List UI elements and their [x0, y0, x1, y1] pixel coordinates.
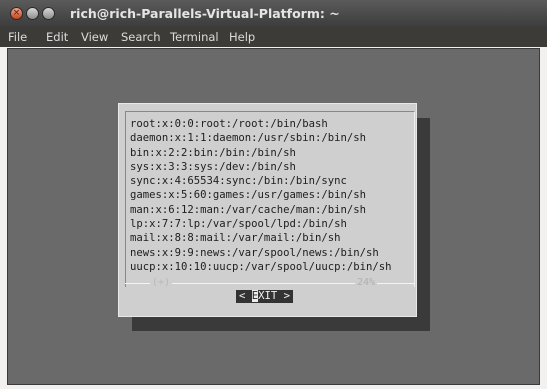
menu-bar: File Edit View Search Terminal Help [0, 27, 547, 47]
file-line: man:x:6:12:man:/var/cache/man:/bin/sh [130, 203, 366, 216]
exit-button-left: < [239, 290, 252, 302]
window-title: rich@rich-Parallels-Virtual-Platform: ~ [70, 6, 340, 21]
menu-search[interactable]: Search [121, 30, 161, 44]
file-line: lp:x:7:7:lp:/var/spool/lpd:/bin/sh [130, 218, 347, 231]
scroll-percent: 24% [355, 277, 378, 288]
maximize-button[interactable] [42, 7, 55, 20]
file-line: daemon:x:1:1:daemon:/usr/sbin:/bin/sh [130, 132, 366, 145]
menu-file[interactable]: File [8, 30, 27, 44]
menu-help[interactable]: Help [229, 30, 255, 44]
file-contents[interactable]: root:x:0:0:root:/root:/bin/bash daemon:x… [130, 117, 392, 274]
menu-view[interactable]: View [81, 30, 108, 44]
minimize-button[interactable] [26, 7, 39, 20]
menu-edit[interactable]: Edit [46, 30, 68, 44]
close-button[interactable]: × [10, 7, 23, 20]
exit-button-rest: XIT > [258, 290, 291, 302]
file-line: bin:x:2:2:bin:/bin:/bin/sh [130, 146, 296, 159]
scroll-indicator: (+) [150, 277, 173, 288]
close-icon: × [12, 8, 21, 18]
file-line: news:x:9:9:news:/var/spool/news:/bin/sh [130, 246, 379, 259]
title-bar[interactable]: × rich@rich-Parallels-Virtual-Platform: … [0, 0, 547, 27]
exit-button[interactable]: < EXIT > [236, 290, 294, 303]
terminal-window: × rich@rich-Parallels-Virtual-Platform: … [0, 0, 547, 389]
file-line: sync:x:4:65534:sync:/bin:/bin/sync [130, 175, 347, 188]
file-line: uucp:x:10:10:uucp:/var/spool/uucp:/bin/s… [130, 260, 392, 273]
file-line: games:x:5:60:games:/usr/games:/bin/sh [130, 189, 366, 202]
file-line: sys:x:3:3:sys:/dev:/bin/sh [130, 160, 296, 173]
file-line: mail:x:8:8:mail:/var/mail:/bin/sh [130, 232, 341, 245]
file-line: root:x:0:0:root:/root:/bin/bash [130, 118, 328, 130]
menu-terminal[interactable]: Terminal [170, 30, 219, 44]
